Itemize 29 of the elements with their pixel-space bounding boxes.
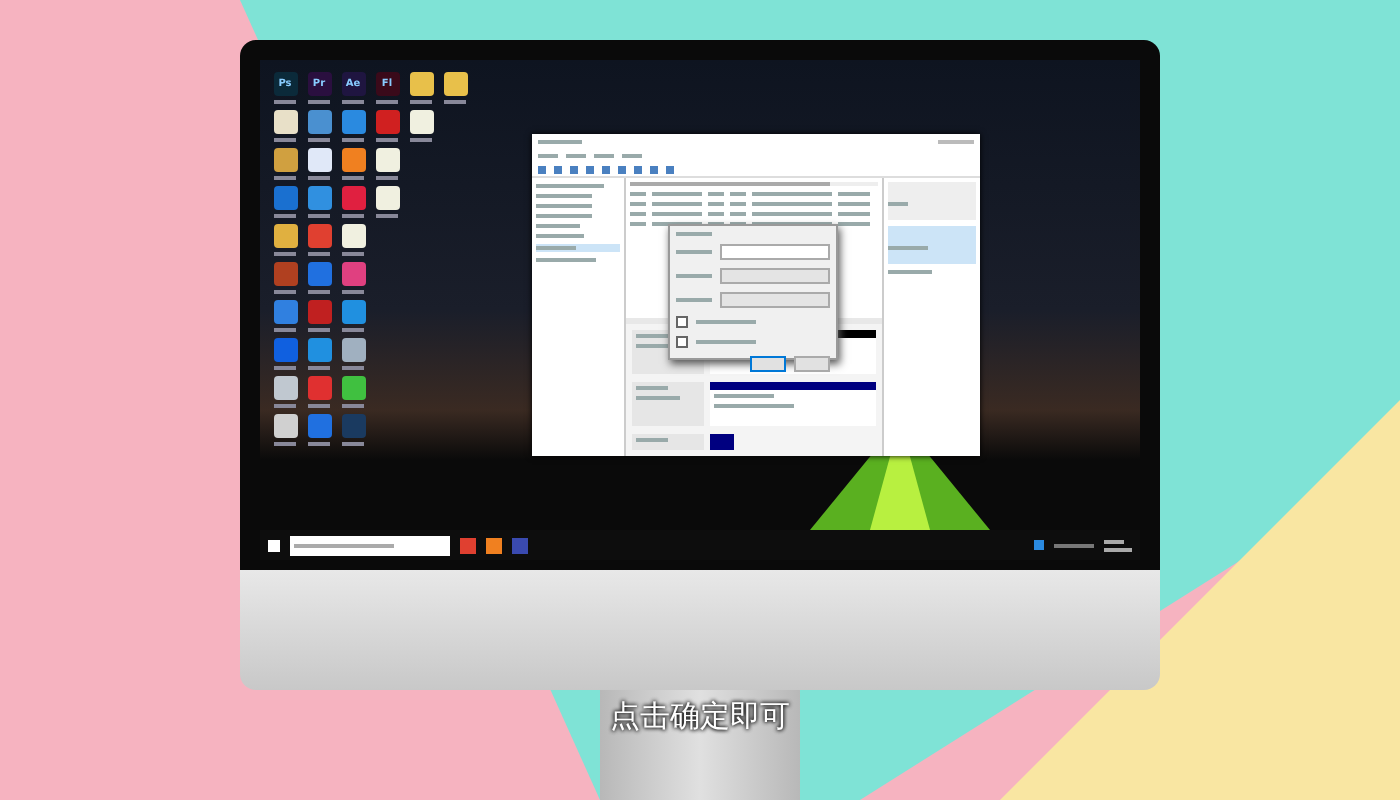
app-icon[interactable] (273, 224, 297, 248)
taskbar-app-icon[interactable] (486, 537, 502, 553)
app-icon[interactable] (409, 110, 433, 134)
app-icon[interactable] (273, 414, 297, 438)
input-field[interactable] (720, 268, 830, 284)
app-icon[interactable] (409, 72, 433, 96)
app-icon[interactable] (341, 338, 365, 362)
app-icon[interactable] (443, 72, 467, 96)
app-icon[interactable] (307, 148, 331, 172)
app-icon[interactable] (341, 148, 365, 172)
blurred-text (888, 201, 908, 206)
search-field[interactable] (290, 535, 450, 555)
blurred-text (888, 245, 928, 250)
app-icon[interactable] (375, 148, 399, 172)
subtitle-caption: 点击确定即可 (610, 698, 790, 734)
app-icon[interactable] (273, 148, 297, 172)
app-icon[interactable] (341, 376, 365, 400)
ok-button[interactable] (750, 356, 786, 372)
checkbox[interactable] (676, 316, 688, 328)
app-icon[interactable] (273, 376, 297, 400)
app-icon[interactable] (375, 186, 399, 210)
checkbox[interactable] (676, 336, 688, 348)
app-icon[interactable] (341, 224, 365, 248)
input-field[interactable] (720, 244, 830, 260)
taskbar-app-icon[interactable] (460, 537, 476, 553)
input-field[interactable] (720, 292, 830, 308)
partition-block (710, 434, 734, 450)
windows-start-icon[interactable] (268, 539, 280, 551)
app-icon[interactable] (273, 110, 297, 134)
